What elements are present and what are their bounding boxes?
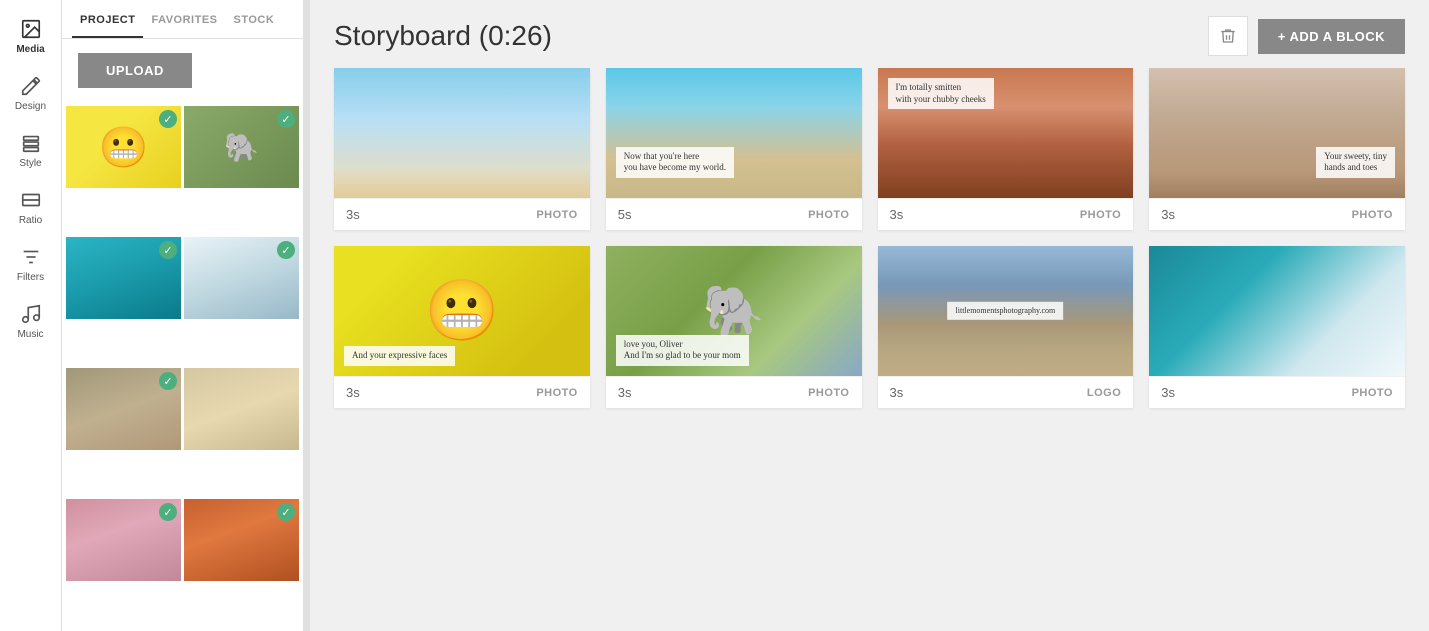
block-card-8[interactable]: 3s PHOTO — [1149, 246, 1405, 408]
block-type-2: PHOTO — [808, 209, 849, 221]
block-overlay-7: littlemomentsphotography.com — [948, 302, 1064, 320]
block-duration-4: 3s — [1161, 207, 1175, 222]
style-label: Style — [19, 158, 41, 169]
block-duration-3: 3s — [890, 207, 904, 222]
block-duration-8: 3s — [1161, 385, 1175, 400]
media-thumb-4[interactable]: ✓ — [184, 237, 299, 319]
media-grid: 😬 ✓ 🐘 ✓ ✓ ✓ ✓ ✓ ✓ — [62, 102, 303, 631]
block-card-5[interactable]: 😬 And your expressive faces 3s PHOTO — [334, 246, 590, 408]
sidebar-panel: Project Favorites Stock Upload 😬 ✓ 🐘 ✓ ✓… — [62, 0, 304, 631]
block-overlay-5: And your expressive faces — [344, 346, 455, 366]
block-preview-1 — [334, 68, 590, 198]
block-type-4: PHOTO — [1352, 209, 1393, 221]
block-preview-6: 🐘 love you, OliverAnd I'm so glad to be … — [606, 246, 862, 376]
block-duration-1: 3s — [346, 207, 360, 222]
block-preview-5: 😬 And your expressive faces — [334, 246, 590, 376]
sidebar-item-design[interactable]: Design — [0, 65, 61, 122]
block-preview-2: Now that you're hereyou have become my w… — [606, 68, 862, 198]
block-card-6[interactable]: 🐘 love you, OliverAnd I'm so glad to be … — [606, 246, 862, 408]
tab-favorites[interactable]: Favorites — [143, 0, 225, 38]
media-thumb-3[interactable]: ✓ — [66, 237, 181, 319]
block-duration-6: 3s — [618, 385, 632, 400]
block-type-1: PHOTO — [536, 209, 577, 221]
media-thumb-2[interactable]: 🐘 ✓ — [184, 106, 299, 188]
layers-icon — [20, 132, 42, 154]
check-badge-4: ✓ — [277, 241, 295, 259]
tab-project[interactable]: Project — [72, 0, 143, 38]
block-type-6: PHOTO — [808, 387, 849, 399]
sidebar-item-ratio[interactable]: Ratio — [0, 179, 61, 236]
check-badge-2: ✓ — [277, 110, 295, 128]
check-badge-1: ✓ — [159, 110, 177, 128]
media-thumb-5[interactable]: ✓ — [66, 368, 181, 450]
music-label: Music — [17, 329, 43, 340]
check-badge-3: ✓ — [159, 241, 177, 259]
block-card-7[interactable]: littlemomentsphotography.com 3s LOGO — [878, 246, 1134, 408]
block-card-2[interactable]: Now that you're hereyou have become my w… — [606, 68, 862, 230]
block-overlay-2: Now that you're hereyou have become my w… — [616, 147, 734, 178]
ratio-icon — [20, 189, 42, 211]
block-footer-3: 3s PHOTO — [878, 198, 1134, 230]
sidebar-item-filters[interactable]: Filters — [0, 236, 61, 293]
brush-icon — [20, 75, 42, 97]
block-duration-2: 5s — [618, 207, 632, 222]
sidebar-item-music[interactable]: Music — [0, 293, 61, 350]
storyboard-content: 3s PHOTO Now that you're hereyou have be… — [310, 68, 1429, 631]
block-duration-5: 3s — [346, 385, 360, 400]
block-card-3[interactable]: I'm totally smittenwith your chubby chee… — [878, 68, 1134, 230]
block-type-3: PHOTO — [1080, 209, 1121, 221]
check-badge-8: ✓ — [277, 503, 295, 521]
block-card-1[interactable]: 3s PHOTO — [334, 68, 590, 230]
block-preview-8 — [1149, 246, 1405, 376]
sidebar-tabs: Project Favorites Stock — [62, 0, 303, 39]
block-footer-7: 3s LOGO — [878, 376, 1134, 408]
block-footer-2: 5s PHOTO — [606, 198, 862, 230]
block-card-4[interactable]: Your sweety, tinyhands and toes 3s PHOTO — [1149, 68, 1405, 230]
block-footer-1: 3s PHOTO — [334, 198, 590, 230]
storyboard-row-2: 😬 And your expressive faces 3s PHOTO 🐘 l… — [334, 246, 1405, 408]
upload-area: Upload — [62, 39, 303, 102]
block-footer-5: 3s PHOTO — [334, 376, 590, 408]
media-thumb-6[interactable] — [184, 368, 299, 450]
main-content: Storyboard (0:26) + ADD A BLOCK — [310, 0, 1429, 631]
block-duration-7: 3s — [890, 385, 904, 400]
trash-icon — [1219, 27, 1237, 45]
block-type-5: PHOTO — [536, 387, 577, 399]
main-header: Storyboard (0:26) + ADD A BLOCK — [310, 0, 1429, 68]
icon-bar: Media Design Style Ratio Filters — [0, 0, 62, 631]
sidebar-item-style[interactable]: Style — [0, 122, 61, 179]
image-icon — [20, 18, 42, 40]
block-footer-8: 3s PHOTO — [1149, 376, 1405, 408]
block-type-8: PHOTO — [1352, 387, 1393, 399]
block-type-7: LOGO — [1087, 387, 1121, 399]
block-footer-6: 3s PHOTO — [606, 376, 862, 408]
media-thumb-7[interactable]: ✓ — [66, 499, 181, 581]
design-label: Design — [15, 101, 46, 112]
ratio-label: Ratio — [19, 215, 42, 226]
add-block-button[interactable]: + ADD A BLOCK — [1258, 19, 1405, 54]
check-badge-5: ✓ — [159, 372, 177, 390]
media-thumb-1[interactable]: 😬 ✓ — [66, 106, 181, 188]
media-label: Media — [16, 44, 44, 55]
block-overlay-4: Your sweety, tinyhands and toes — [1316, 147, 1395, 178]
block-preview-4: Your sweety, tinyhands and toes — [1149, 68, 1405, 198]
filters-label: Filters — [17, 272, 44, 283]
check-badge-7: ✓ — [159, 503, 177, 521]
sidebar-item-media[interactable]: Media — [0, 8, 61, 65]
block-overlay-3: I'm totally smittenwith your chubby chee… — [888, 78, 994, 109]
delete-button[interactable] — [1208, 16, 1248, 56]
music-icon — [20, 303, 42, 325]
filters-icon — [20, 246, 42, 268]
header-actions: + ADD A BLOCK — [1208, 16, 1405, 56]
block-footer-4: 3s PHOTO — [1149, 198, 1405, 230]
block-overlay-6: love you, OliverAnd I'm so glad to be yo… — [616, 335, 749, 366]
block-preview-3: I'm totally smittenwith your chubby chee… — [878, 68, 1134, 198]
media-thumb-8[interactable]: ✓ — [184, 499, 299, 581]
tab-stock[interactable]: Stock — [226, 0, 283, 38]
upload-button[interactable]: Upload — [78, 53, 192, 88]
storyboard-title: Storyboard (0:26) — [334, 20, 552, 52]
storyboard-row-1: 3s PHOTO Now that you're hereyou have be… — [334, 68, 1405, 230]
block-preview-7: littlemomentsphotography.com — [878, 246, 1134, 376]
